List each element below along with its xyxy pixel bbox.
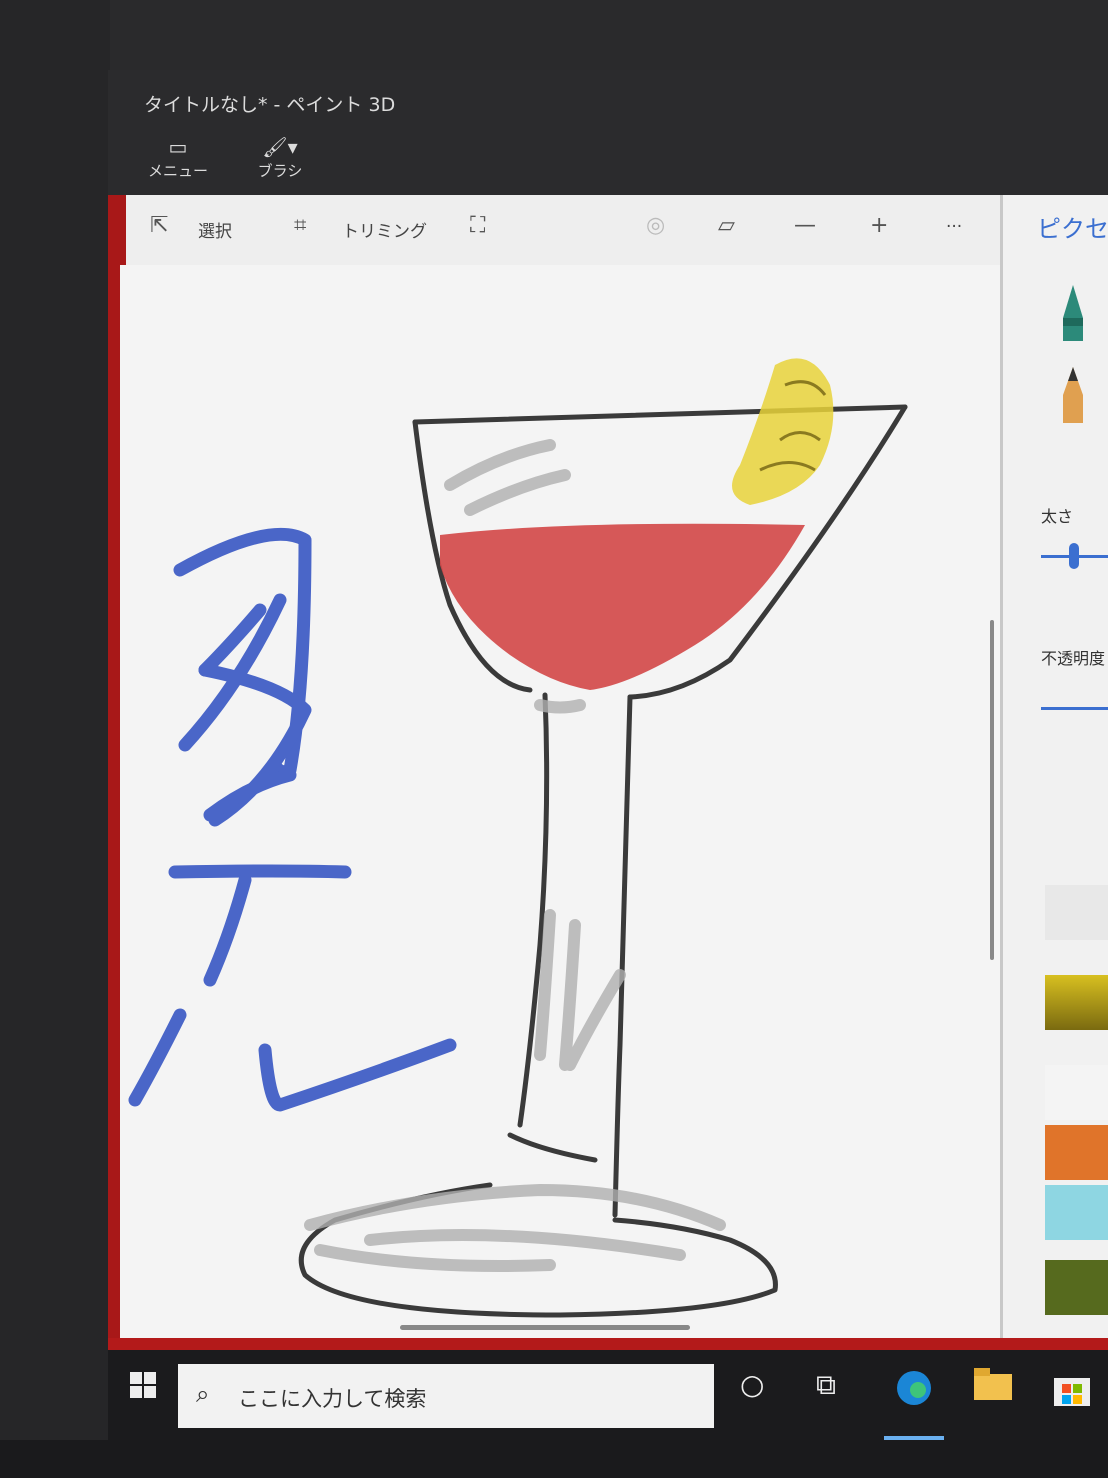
color-swatch-light[interactable]: [1045, 885, 1108, 940]
highlight-stem-3: [564, 969, 626, 1071]
handwritten-text-katakana: [128, 527, 457, 1112]
highlight-stem-2: [559, 919, 581, 1071]
te-stroke-1: [168, 864, 352, 879]
color-swatch-cyan[interactable]: [1045, 1185, 1108, 1240]
ru-stroke-2: [258, 1038, 457, 1112]
task-view-icon[interactable]: ⧉: [816, 1368, 836, 1402]
file-explorer-icon[interactable]: [974, 1368, 1014, 1409]
canvas-toolbar: ⇱ 選択 ⌗ トリミング ⛶ ◎ ▱ — + ···: [126, 195, 1000, 265]
3d-view-icon[interactable]: ◎: [646, 213, 665, 238]
color-swatch-white[interactable]: [1045, 1065, 1108, 1120]
highlight-stem-top: [534, 699, 586, 714]
screen: タイトルなし* - ペイント 3D ▭ メニュー 🖌▾ ブラシ ⇱ 選択 ⌗ ト…: [108, 70, 1108, 1442]
taskbar-search-box[interactable]: ⌕ ここに入力して検索: [178, 1364, 714, 1428]
select-button[interactable]: 選択: [198, 217, 232, 242]
marker-tool-icon[interactable]: [1053, 283, 1093, 343]
lemon-slice: [732, 358, 834, 505]
magic-select-icon[interactable]: ⛶: [470, 213, 485, 238]
monitor-bezel-bottom: [0, 1440, 1108, 1478]
brush-button[interactable]: 🖌▾ ブラシ: [240, 134, 320, 181]
pencil-tool-icon[interactable]: [1053, 365, 1093, 425]
search-placeholder: ここに入力して検索: [238, 1387, 427, 1411]
crop-icon[interactable]: ⌗: [294, 213, 306, 238]
brush-label: ブラシ: [257, 162, 303, 180]
horizontal-scrollbar[interactable]: [400, 1325, 690, 1330]
folder-icon: ▭: [168, 135, 188, 159]
red-drink: [440, 523, 805, 690]
stem-right: [612, 694, 633, 1218]
edge-browser-icon[interactable]: [894, 1368, 934, 1415]
title-bar: タイトルなし* - ペイント 3D ▭ メニュー 🖌▾ ブラシ: [108, 70, 1108, 195]
stem-left: [517, 692, 550, 1128]
panel-title: ピクセ: [1037, 215, 1108, 243]
monitor-bezel-left: [0, 0, 110, 1478]
menu-label: メニュー: [147, 162, 208, 180]
select-cursor-icon[interactable]: ⇱: [150, 213, 168, 238]
thickness-label: 太さ: [1041, 507, 1074, 526]
vertical-scrollbar[interactable]: [990, 620, 994, 960]
search-icon: ⌕: [196, 1380, 210, 1408]
taskbar-edge: [108, 1338, 1108, 1350]
color-swatch-orange[interactable]: [1045, 1125, 1108, 1180]
menu-button[interactable]: ▭ メニュー: [138, 134, 218, 181]
ku-stroke-3: [203, 768, 297, 822]
cortana-icon[interactable]: ○: [740, 1368, 764, 1401]
brush-side-panel: ピクセ 太さ 不透明度: [1003, 195, 1108, 1350]
more-options-button[interactable]: ···: [946, 217, 962, 237]
te-stroke-2: [203, 873, 252, 987]
lemon-garnish: [732, 358, 834, 505]
highlight-rim-2: [464, 469, 571, 516]
ru-stroke-1: [128, 1008, 187, 1107]
windows-start-icon[interactable]: [130, 1372, 156, 1405]
zoom-in-icon[interactable]: +: [870, 213, 888, 238]
opacity-label: 不透明度: [1041, 649, 1106, 668]
sticker-icon[interactable]: ▱: [718, 213, 735, 238]
highlight-foot-1: [304, 1183, 726, 1231]
trim-button[interactable]: トリミング: [342, 217, 427, 242]
thickness-slider-thumb[interactable]: [1069, 543, 1079, 569]
window-title: タイトルなし* - ペイント 3D: [144, 94, 396, 116]
windows-taskbar: ⌕ ここに入力して検索 ○ ⧉: [108, 1350, 1108, 1442]
opacity-slider-track[interactable]: [1041, 707, 1108, 710]
color-swatch-olive[interactable]: [1045, 1260, 1108, 1315]
stem-base-join: [507, 1132, 598, 1163]
canvas-drawing: [128, 358, 908, 1318]
zoom-out-icon[interactable]: —: [794, 213, 816, 238]
color-swatch-gold[interactable]: [1045, 975, 1108, 1030]
store-icon[interactable]: [1052, 1368, 1092, 1415]
monitor-bezel-top: [0, 0, 1108, 70]
brush-icon: 🖌▾: [262, 135, 298, 159]
drawing-canvas[interactable]: [120, 265, 1000, 1340]
highlight-foot-2: [364, 1229, 686, 1261]
highlight-foot-3: [314, 1244, 556, 1272]
